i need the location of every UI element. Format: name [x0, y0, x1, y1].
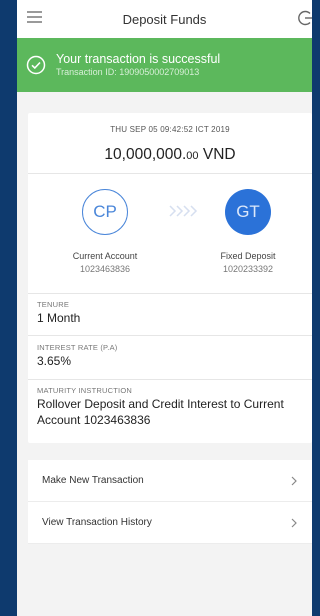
chevron-right-icon [291, 518, 297, 527]
menu-icon[interactable] [27, 11, 42, 23]
view-transaction-history-item[interactable]: View Transaction History [28, 502, 312, 544]
from-account-avatar: CP [82, 189, 128, 235]
list-item-label: Make New Transaction [42, 475, 144, 486]
list-item-label: View Transaction History [42, 517, 152, 528]
success-banner: Your transaction is successful Transacti… [17, 38, 312, 92]
divider [28, 293, 312, 294]
to-account-number: 1020233392 [222, 264, 274, 274]
chevron-right-icon [291, 476, 297, 485]
page-title: Deposit Funds [122, 11, 207, 27]
amount-decimal: 00 [186, 150, 199, 162]
transaction-datetime: THU SEP 05 09:42:52 ICT 2019 [110, 125, 230, 134]
tenure-label: TENURE [37, 300, 70, 309]
interest-field: INTEREST RATE (P.A) 3.65% [37, 343, 117, 369]
to-account-label: Fixed Deposit [220, 251, 276, 261]
transfer-arrows-icon [169, 205, 198, 217]
maturity-value: Rollover Deposit and Credit Interest to … [37, 397, 284, 427]
divider [28, 335, 312, 336]
transaction-amount: 10,000,000.00 VND [28, 146, 312, 164]
amount-currency: VND [202, 146, 236, 163]
receipt-card: THU SEP 05 09:42:52 ICT 2019 10,000,000.… [28, 113, 312, 443]
check-circle-icon [26, 55, 46, 75]
app-header: Deposit Funds [17, 0, 312, 38]
interest-label: INTEREST RATE (P.A) [37, 343, 118, 352]
maturity-field: MATURITY INSTRUCTION Rollover Deposit an… [37, 386, 299, 428]
tenure-field: TENURE 1 Month [37, 300, 80, 326]
maturity-label: MATURITY INSTRUCTION [37, 386, 132, 395]
logout-icon[interactable] [298, 9, 312, 27]
amount-whole: 10,000,000. [104, 146, 187, 163]
from-account-label: Current Account [72, 251, 138, 261]
to-account-avatar: GT [225, 189, 271, 235]
success-message: Your transaction is successful [56, 52, 221, 66]
divider [28, 379, 312, 380]
from-account-number: 1023463836 [79, 264, 131, 274]
from-account: Current Account 1023463836 [50, 250, 160, 276]
divider [28, 173, 312, 174]
app-screen: Deposit Funds Your transaction is succes… [17, 0, 312, 616]
make-new-transaction-item[interactable]: Make New Transaction [28, 460, 312, 502]
actions-list: Make New Transaction View Transaction Hi… [28, 460, 312, 544]
transaction-id: Transaction ID: 1909050002709013 [56, 67, 200, 77]
interest-value: 3.65% [37, 354, 72, 368]
to-account: Fixed Deposit 1020233392 [193, 250, 303, 276]
tenure-value: 1 Month [37, 311, 81, 325]
